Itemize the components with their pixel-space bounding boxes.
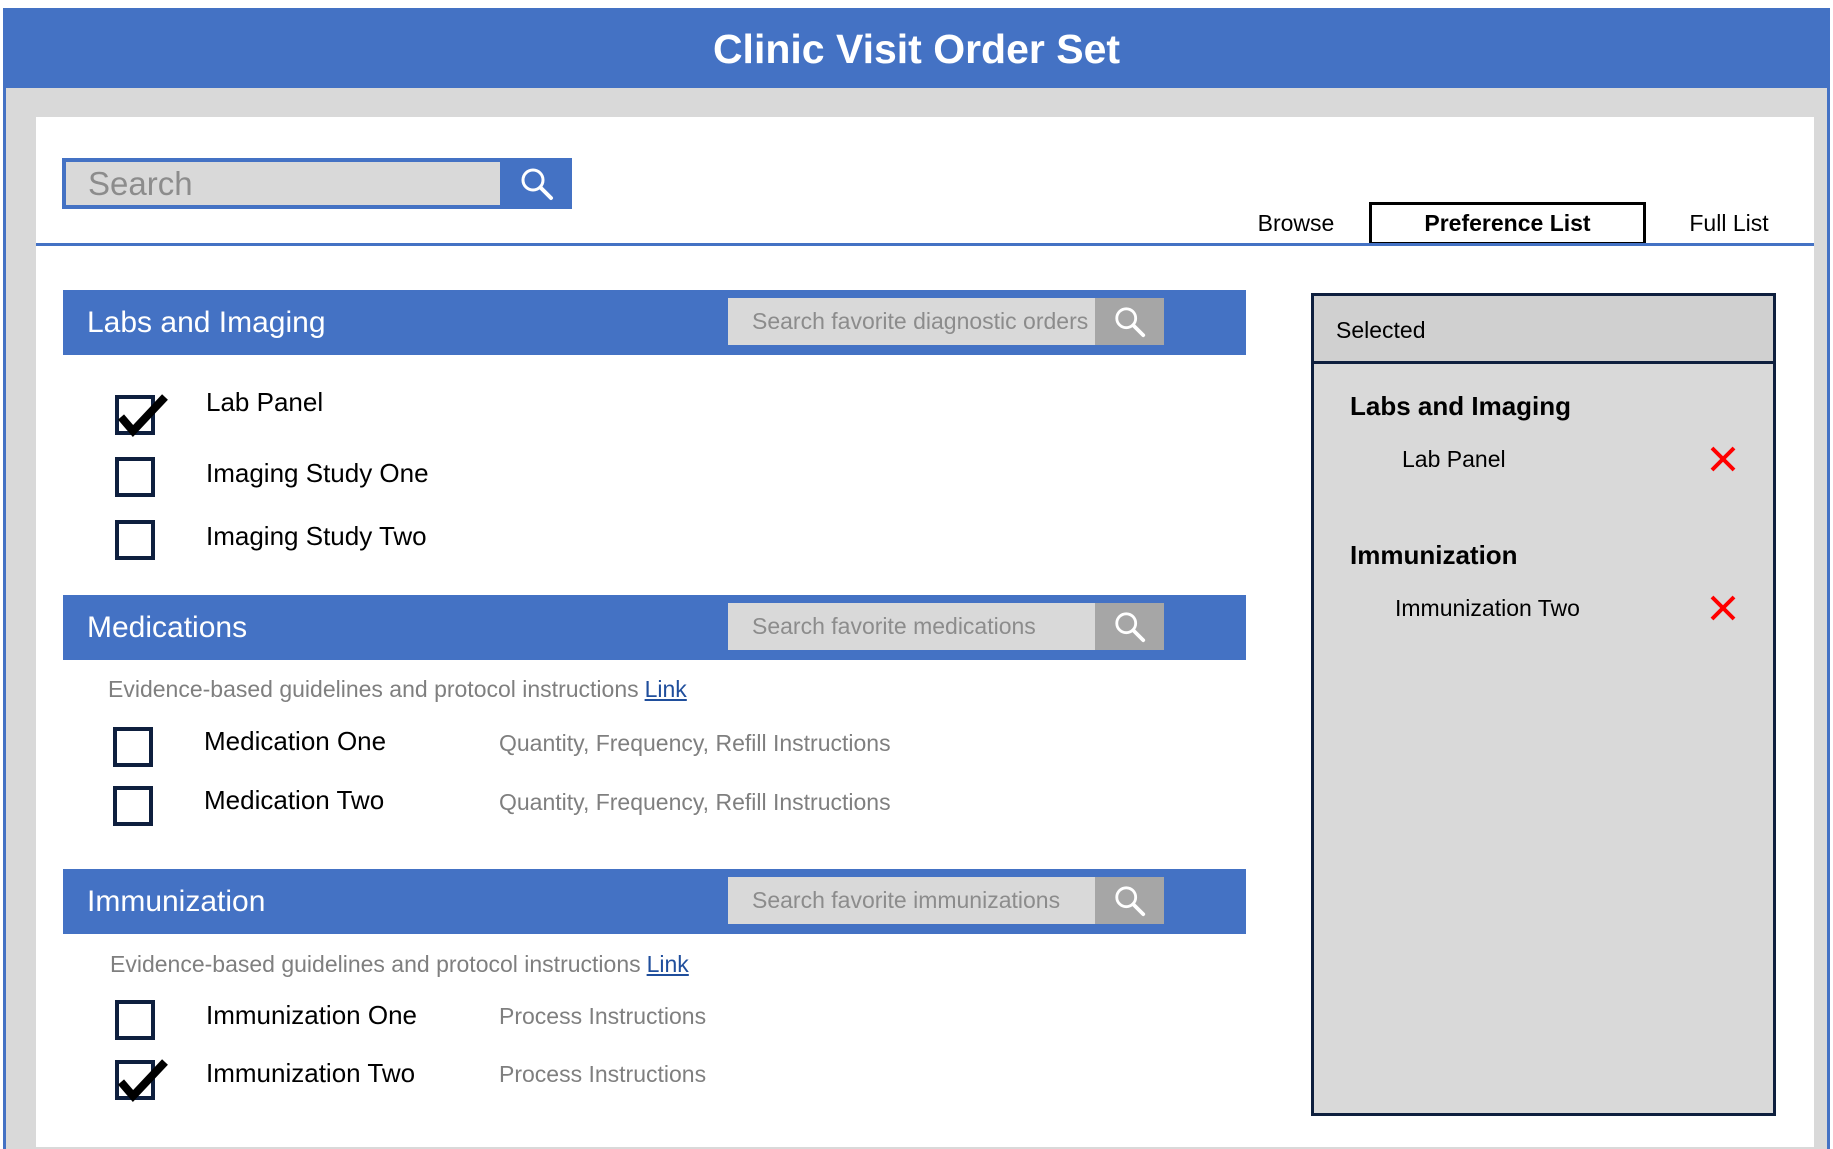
medications-search-input[interactable]: Search favorite medications (752, 603, 1036, 650)
section-title: Immunization (87, 885, 266, 918)
search-button[interactable] (502, 158, 572, 209)
tab-browse[interactable]: Browse (1246, 202, 1346, 245)
item-instructions: Quantity, Frequency, Refill Instructions (499, 789, 891, 815)
window-title: Clinic Visit Order Set (6, 11, 1827, 88)
tab-full-list[interactable]: Full List (1664, 202, 1794, 245)
search-icon (1114, 306, 1145, 337)
remove-x-icon[interactable] (1708, 444, 1738, 474)
search-input[interactable]: Search (66, 162, 500, 205)
section-title: Medications (87, 611, 248, 644)
medications-guidelines: Evidence-based guidelines and protocol i… (108, 676, 687, 703)
item-instructions: Process Instructions (499, 1003, 707, 1029)
immunization-search-input[interactable]: Search favorite immunizations (752, 877, 1060, 924)
item-label: Imaging Study One (206, 458, 429, 488)
immunization-search: Search favorite immunizations (728, 877, 1164, 924)
checkmark-icon (117, 394, 168, 437)
search-icon (1114, 611, 1145, 642)
checkbox-medication-one[interactable] (113, 727, 153, 767)
medications-search: Search favorite medications (728, 603, 1164, 650)
immunization-guidelines: Evidence-based guidelines and protocol i… (110, 951, 689, 978)
guidelines-text: Evidence-based guidelines and protocol i… (110, 951, 641, 977)
content-area: Search Browse Preference List Full List … (36, 117, 1814, 1147)
section-header-medications: Medications Search favorite medications (63, 595, 1246, 660)
app-window: Clinic Visit Order Set Search Browse Pre… (3, 8, 1830, 1149)
section-title: Labs and Imaging (87, 306, 326, 339)
labs-search-button[interactable] (1095, 298, 1164, 345)
item-label: Medication Two (204, 785, 385, 815)
checkbox-immunization-two[interactable] (115, 1059, 168, 1102)
search-icon (1114, 885, 1145, 916)
main-search-bar: Search (62, 158, 572, 209)
section-header-labs: Labs and Imaging Search favorite diagnos… (63, 290, 1246, 355)
search-icon (521, 168, 553, 200)
item-label: Immunization Two (206, 1058, 416, 1088)
medications-search-button[interactable] (1095, 603, 1164, 650)
immunization-guidelines-link[interactable]: Link (647, 951, 689, 977)
item-label: Medication One (204, 726, 387, 756)
immunization-search-button[interactable] (1095, 877, 1164, 924)
selected-panel-header: Selected (1314, 296, 1773, 364)
item-instructions: Process Instructions (499, 1061, 707, 1087)
checkmark-icon (117, 1059, 168, 1102)
selected-group-title: Labs and Imaging (1350, 391, 1572, 421)
tab-preference-list[interactable]: Preference List (1369, 202, 1646, 245)
guidelines-text: Evidence-based guidelines and protocol i… (108, 676, 639, 702)
remove-x-icon[interactable] (1708, 593, 1738, 623)
checkbox-imaging-study-two[interactable] (115, 520, 155, 560)
checkbox-lab-panel[interactable] (115, 394, 168, 437)
item-label: Lab Panel (206, 387, 324, 417)
checkbox-immunization-one[interactable] (115, 1000, 155, 1040)
checkbox-medication-two[interactable] (113, 786, 153, 826)
item-label: Immunization One (206, 1000, 417, 1030)
selected-panel: Selected Labs and Imaging Lab Panel Immu… (1311, 293, 1776, 1116)
item-label: Imaging Study Two (206, 521, 427, 551)
tabs-divider (36, 243, 1814, 246)
selected-item: Immunization Two (1395, 595, 1580, 621)
selected-item: Lab Panel (1402, 446, 1506, 472)
section-header-immunization: Immunization Search favorite immunizatio… (63, 869, 1246, 934)
labs-search-input[interactable]: Search favorite diagnostic orders (752, 298, 1088, 345)
item-instructions: Quantity, Frequency, Refill Instructions (499, 730, 891, 756)
medications-guidelines-link[interactable]: Link (645, 676, 687, 702)
selected-group-title: Immunization (1350, 540, 1518, 570)
labs-search: Search favorite diagnostic orders (728, 298, 1164, 345)
checkbox-imaging-study-one[interactable] (115, 457, 155, 497)
